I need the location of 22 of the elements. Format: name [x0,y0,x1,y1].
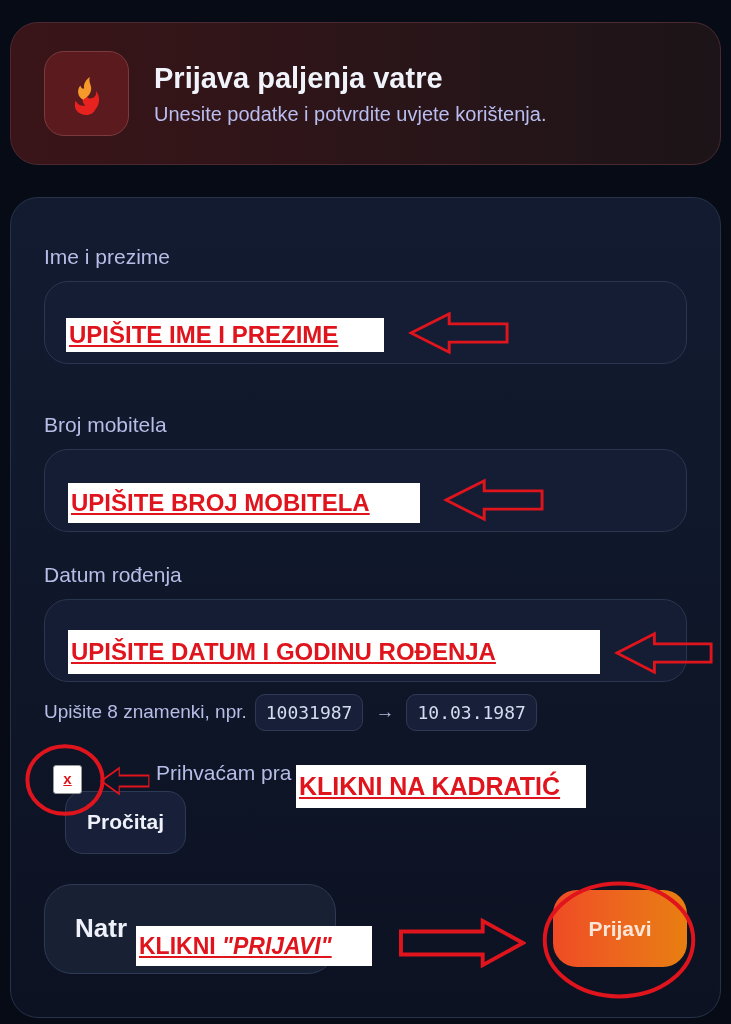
annotation-label: KLIKNI NA KADRATIĆ [296,765,586,808]
field-label: Datum rođenja [44,564,183,585]
flame-icon [44,51,129,136]
annotation-mark: x [53,765,82,794]
arrow-text: → [374,700,396,725]
field-label: Ime i prezime [44,246,172,267]
arrow-icon [408,311,510,355]
example-output: 10.03.1987 [406,694,537,731]
annotation-label: UPIŠITE IME I PREZIME [66,318,384,352]
header-subtitle: Unesite podatke i potvrdite uvjete korištenja. [154,102,547,128]
arrow-icon [614,631,714,675]
field-label: Broj mobitela [44,414,168,435]
arrow-icon [443,478,545,522]
annotation-label: KLIKNI "PRIJAVI" [136,926,372,966]
annotation-label: UPIŠITE BROJ MOBITELA [68,483,420,523]
annotation-label: UPIŠITE DATUM I GODINU ROĐENJA [68,630,600,674]
arrow-icon [398,918,526,968]
read-button[interactable]: Pročitaj [65,790,187,854]
hint-text: Upišite 8 znamenki, npr. [44,700,247,725]
header-title: Prijava paljenja vatre [154,60,444,96]
terms-label: Prihvaćam pra [156,760,292,786]
arrow-icon [100,766,150,796]
